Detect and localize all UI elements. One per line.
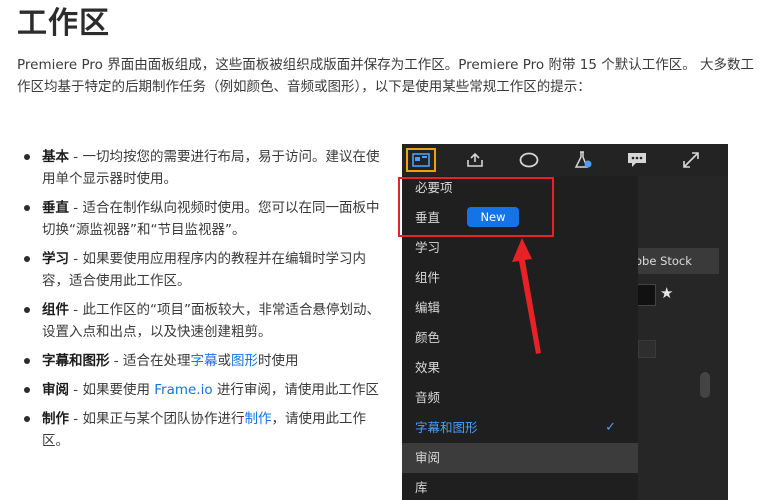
callout-arrow bbox=[512, 238, 541, 354]
